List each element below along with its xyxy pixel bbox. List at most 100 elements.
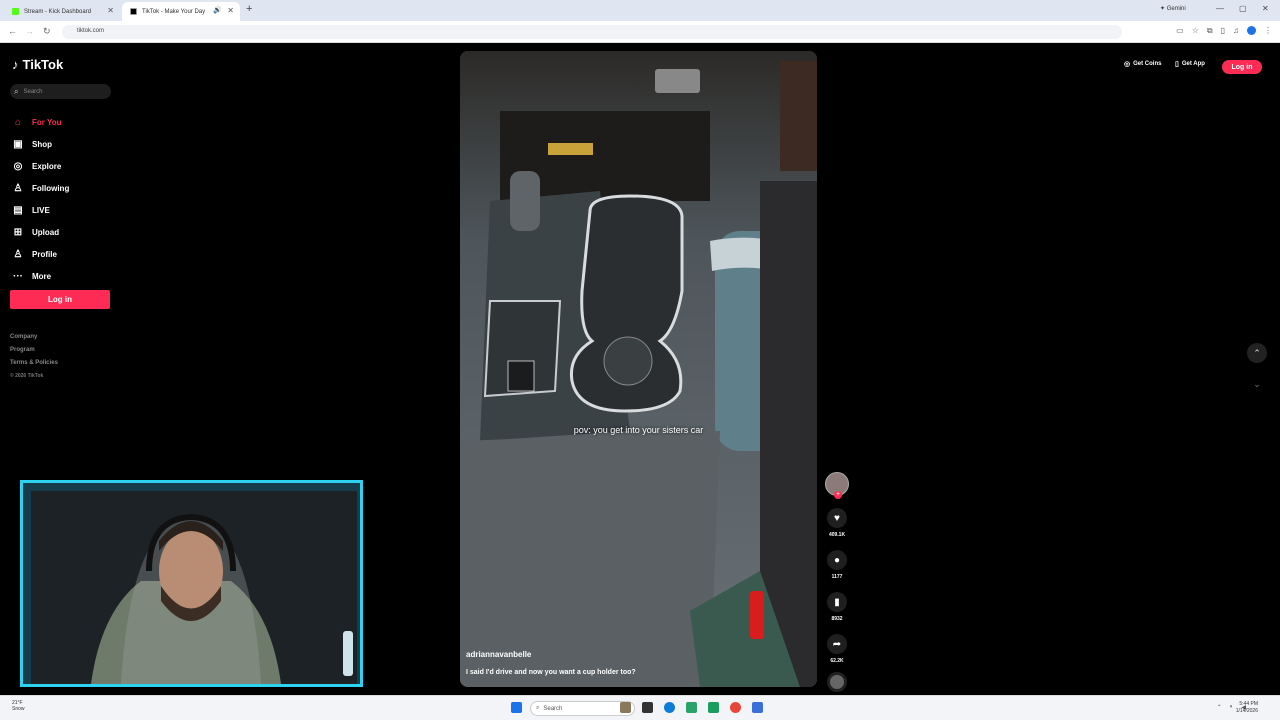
speaker-icon[interactable]: 🔊 — [213, 6, 222, 14]
weather-widget[interactable]: 21°F Snow — [12, 700, 25, 712]
footer-link-terms[interactable]: Terms & Policies — [10, 357, 58, 370]
save-action[interactable]: ▮ 8932 — [823, 592, 851, 622]
sidebar-item-label: For You — [32, 117, 62, 127]
tiktok-favicon-icon — [130, 8, 137, 15]
tab-kick-dashboard[interactable]: Stream - Kick Dashboard ✕ — [4, 2, 120, 21]
kick-favicon-icon — [12, 8, 19, 15]
sidebar-item-label: Profile — [32, 249, 57, 259]
app-icon[interactable] — [620, 702, 631, 713]
tiktok-note-icon: ♪ — [12, 57, 19, 72]
like-count: 409.1K — [828, 532, 846, 538]
share-action[interactable]: ➦ 62.2K — [823, 634, 851, 664]
sidebar-item-shop[interactable]: ▣ Shop — [12, 133, 69, 155]
streamer-image — [31, 491, 357, 684]
menu-icon[interactable]: ⋮ — [1264, 26, 1272, 36]
music-disc-icon[interactable] — [827, 672, 847, 692]
share-count: 62.2K — [830, 658, 844, 664]
taskbar-apps — [511, 702, 522, 713]
sidepanel-icon[interactable]: ▯ — [1221, 26, 1225, 36]
video-caption-overlay: pov: you get into your sisters car — [573, 425, 704, 435]
comment-action[interactable]: ● 1177 — [823, 550, 851, 580]
follow-plus-icon[interactable]: + — [834, 491, 842, 499]
close-window-icon[interactable]: ✕ — [1262, 4, 1269, 13]
pinned-apps — [620, 702, 763, 713]
previous-video-button[interactable]: ⌃ — [1247, 343, 1267, 363]
edge-icon[interactable] — [664, 702, 675, 713]
bookmark-icon[interactable]: ▮ — [827, 592, 847, 612]
close-tab-icon[interactable]: ✕ — [227, 6, 234, 15]
app-icon[interactable] — [752, 702, 763, 713]
media-icon[interactable]: ♫ — [1233, 26, 1239, 36]
app-icon[interactable] — [686, 702, 697, 713]
minimize-icon[interactable]: — — [1216, 4, 1224, 13]
footer-link-company[interactable]: Company — [10, 331, 58, 344]
address-bar[interactable]: tiktok.com — [62, 25, 1122, 39]
chevron-down-icon: ⌄ — [1253, 378, 1261, 389]
clock-time: 5:44 PM — [1239, 701, 1258, 707]
sidebar-item-explore[interactable]: ◎ Explore — [12, 155, 69, 177]
author-avatar[interactable]: + — [825, 472, 849, 499]
video-action-bar: + ♥ 409.1K ● 1177 ▮ 8932 ➦ 62.2K — [823, 472, 851, 692]
windows-start-icon[interactable] — [511, 702, 522, 713]
get-coins-button[interactable]: ◎ Get Coins — [1124, 60, 1161, 68]
sidebar-item-label: More — [32, 271, 52, 281]
gemini-button[interactable]: ✦ Gemini — [1160, 5, 1186, 12]
tab-title: Stream - Kick Dashboard — [24, 8, 92, 15]
profile-avatar[interactable] — [1247, 26, 1256, 35]
sidebar-item-for-you[interactable]: ⌂ For You — [12, 111, 69, 133]
upload-icon: ⊞ — [13, 226, 23, 238]
sidebar-login-button[interactable]: Log in — [10, 290, 110, 309]
extensions-icon[interactable]: ⧉ — [1207, 26, 1213, 36]
compass-icon: ◎ — [13, 160, 23, 172]
comment-icon[interactable]: ● — [827, 550, 847, 570]
coin-icon: ◎ — [1124, 61, 1131, 68]
sidebar-item-label: Following — [32, 183, 70, 193]
app-icon[interactable] — [708, 702, 719, 713]
toolbar-icons: ▭ ☆ ⧉ ▯ ♫ ⋮ — [1176, 26, 1272, 36]
url-text: tiktok.com — [77, 28, 105, 34]
gemini-label: Gemini — [1166, 6, 1186, 12]
search-input[interactable]: ⌕ Search — [10, 84, 111, 99]
sidebar-item-following[interactable]: ♙ Following — [12, 177, 70, 199]
windows-taskbar: 21°F Snow ⌕ Search ⌃ ◐ ◀ 5:44 PM 1/14/20… — [0, 695, 1280, 720]
video-author-username[interactable]: adriannavanbelle — [466, 650, 531, 659]
share-icon[interactable]: ➦ — [827, 634, 847, 654]
sidebar-item-profile[interactable]: ♙ Profile — [12, 243, 69, 265]
header-login-button[interactable]: Log in — [1222, 60, 1262, 74]
sidebar-nav: ⌂ For You ▣ Shop ◎ Explore ♙ Following ▤… — [12, 111, 69, 287]
tiktok-logo[interactable]: ♪ TikTok — [12, 57, 63, 72]
get-app-label: Get App — [1181, 61, 1205, 67]
forward-icon[interactable]: → — [25, 26, 34, 36]
taskbar-clock[interactable]: 5:44 PM 1/14/2026 — [1236, 701, 1258, 715]
tab-tiktok[interactable]: TikTok - Make Your Day 🔊 ✕ — [122, 2, 240, 21]
reload-icon[interactable]: ↻ — [43, 26, 51, 37]
chevron-up-icon[interactable]: ⌃ — [1217, 704, 1222, 711]
sidebar-item-live[interactable]: ▤ LIVE — [12, 199, 69, 221]
cast-icon[interactable]: ▭ — [1176, 26, 1184, 36]
home-icon: ⌂ — [14, 116, 22, 128]
video-player[interactable]: pov: you get into your sisters car adria… — [460, 51, 817, 687]
tab-title: TikTok - Make Your Day — [142, 8, 206, 15]
network-icon[interactable]: ◐ — [1230, 704, 1234, 711]
like-action[interactable]: ♥ 409.1K — [823, 508, 851, 538]
sidebar-item-label: Upload — [32, 227, 60, 237]
file-explorer-icon[interactable] — [642, 702, 653, 713]
clock-date: 1/14/2026 — [1235, 708, 1258, 714]
taskbar-search-placeholder: Search — [543, 705, 563, 712]
back-icon[interactable]: ← — [8, 26, 17, 36]
sidebar-item-label: Explore — [32, 161, 62, 171]
footer-link-program[interactable]: Program — [10, 344, 58, 357]
close-tab-icon[interactable]: ✕ — [107, 6, 114, 15]
sidebar-item-upload[interactable]: ⊞ Upload — [12, 221, 69, 243]
get-app-button[interactable]: ▯ Get App — [1175, 60, 1205, 68]
bookmark-star-icon[interactable]: ☆ — [1192, 26, 1199, 36]
sidebar-item-more[interactable]: ··· More — [12, 265, 69, 287]
chrome-icon[interactable] — [730, 702, 741, 713]
new-tab-button[interactable]: + — [246, 3, 252, 15]
more-icon: ··· — [13, 270, 23, 282]
next-video-button[interactable]: ⌄ — [1247, 374, 1267, 394]
maximize-icon[interactable]: ▢ — [1239, 4, 1247, 13]
address-toolbar: ← → ↻ tiktok.com ▭ ☆ ⧉ ▯ ♫ ⋮ — [0, 21, 1280, 43]
comment-count: 1177 — [831, 574, 843, 580]
heart-icon[interactable]: ♥ — [827, 508, 847, 528]
